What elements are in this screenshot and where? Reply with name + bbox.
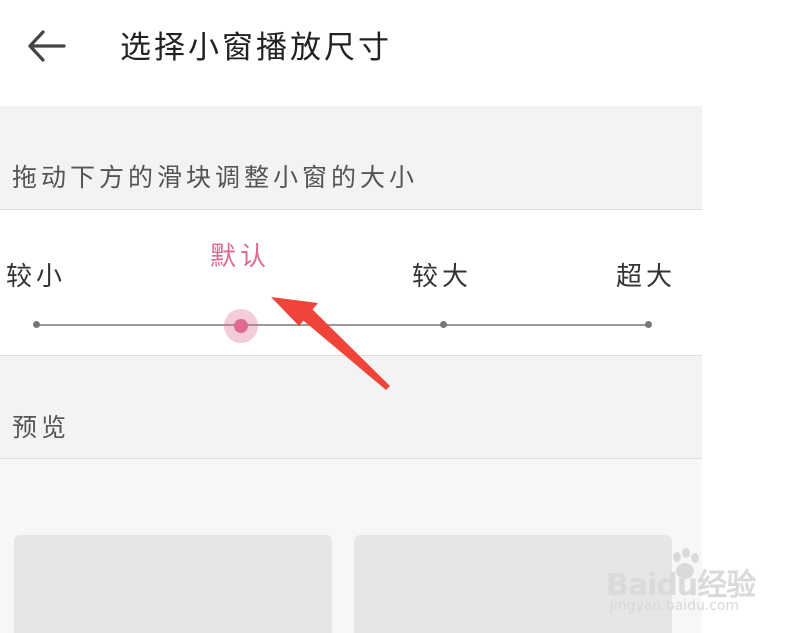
- back-button[interactable]: [22, 22, 70, 70]
- slider-stop-large[interactable]: [440, 321, 447, 328]
- watermark-url: jingyan.baidu.com: [610, 598, 740, 614]
- slider-stop-small[interactable]: [33, 321, 40, 328]
- slider-thumb-dot: [234, 319, 248, 333]
- size-option-extra-large[interactable]: 超大: [616, 256, 676, 293]
- slider-hint: 拖动下方的滑块调整小窗的大小: [12, 163, 419, 192]
- baidu-watermark: Baidu经验 jingyan.baidu.com: [606, 548, 756, 618]
- slider-thumb[interactable]: [224, 309, 258, 343]
- preview-panel: [0, 458, 702, 633]
- app-header: 选择小窗播放尺寸: [0, 0, 702, 106]
- size-slider-panel: 较小 默认 较大 超大: [0, 209, 702, 356]
- size-option-small[interactable]: 较小: [6, 256, 66, 293]
- arrow-left-icon: [28, 30, 66, 62]
- size-option-default[interactable]: 默认: [210, 236, 270, 273]
- preview-label: 预览: [12, 413, 71, 442]
- size-option-large[interactable]: 较大: [412, 256, 472, 293]
- phone-screen: 选择小窗播放尺寸 拖动下方的滑块调整小窗的大小 较小 默认 较大 超大 预览: [0, 0, 702, 633]
- slider-track[interactable]: [36, 324, 648, 326]
- page-title: 选择小窗播放尺寸: [120, 30, 392, 66]
- slider-stop-extra-large[interactable]: [645, 321, 652, 328]
- preview-card-left: [14, 535, 332, 633]
